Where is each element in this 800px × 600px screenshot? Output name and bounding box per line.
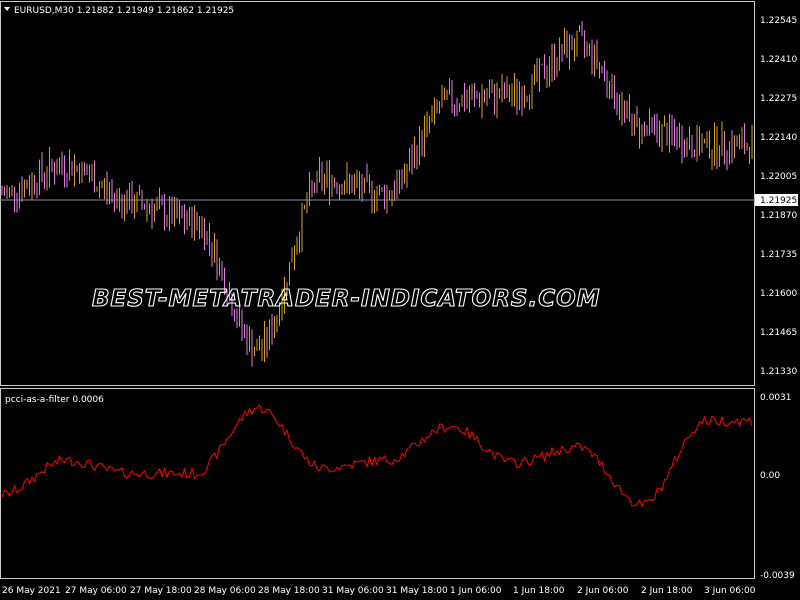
symbol-info: EURUSD,M30 1.21882 1.21949 1.21862 1.219… <box>14 6 234 16</box>
watermark: BEST-METATRADER-INDICATORS.COM <box>92 286 601 312</box>
indicator-frame[interactable] <box>0 388 755 579</box>
time-label: 2 Jun 06:00 <box>577 586 629 596</box>
indicator-label: -0.0039 <box>760 571 795 581</box>
price-label: 1.22140 <box>760 133 797 143</box>
price-label: 1.21870 <box>760 211 797 221</box>
chart-canvas[interactable]: EURUSD,M30 1.21882 1.21949 1.21862 1.219… <box>0 0 800 600</box>
price-label: 1.21465 <box>760 328 797 338</box>
indicator-label: 0.0031 <box>760 393 792 403</box>
indicator-axis[interactable]: 0.0031 0.00 -0.0039 <box>760 393 795 581</box>
price-label: 1.22275 <box>760 94 797 104</box>
time-label: 27 May 06:00 <box>65 586 127 596</box>
time-label: 31 May 18:00 <box>386 586 448 596</box>
price-label: 1.21330 <box>760 367 797 377</box>
price-label: 1.22545 <box>760 16 797 26</box>
time-label: 28 May 18:00 <box>258 586 320 596</box>
price-label: 1.22005 <box>760 172 797 182</box>
indicator-label: 0.00 <box>760 471 780 481</box>
indicator-title: pcci-as-a-filter 0.0006 <box>5 395 104 405</box>
time-label: 27 May 18:00 <box>130 586 192 596</box>
time-label: 1 Jun 06:00 <box>450 586 502 596</box>
current-price-label: 1.21925 <box>760 196 797 206</box>
time-axis[interactable]: 26 May 2021 27 May 06:00 27 May 18:00 28… <box>2 586 756 596</box>
time-label: 3 Jun 06:00 <box>704 586 756 596</box>
time-label: 2 Jun 18:00 <box>641 586 693 596</box>
time-label: 28 May 06:00 <box>194 586 256 596</box>
time-label: 31 May 06:00 <box>322 586 384 596</box>
price-label: 1.21735 <box>760 250 797 260</box>
time-label: 1 Jun 18:00 <box>513 586 565 596</box>
price-label: 1.22410 <box>760 55 797 65</box>
price-label: 1.21600 <box>760 289 797 299</box>
time-label: 26 May 2021 <box>2 586 61 596</box>
